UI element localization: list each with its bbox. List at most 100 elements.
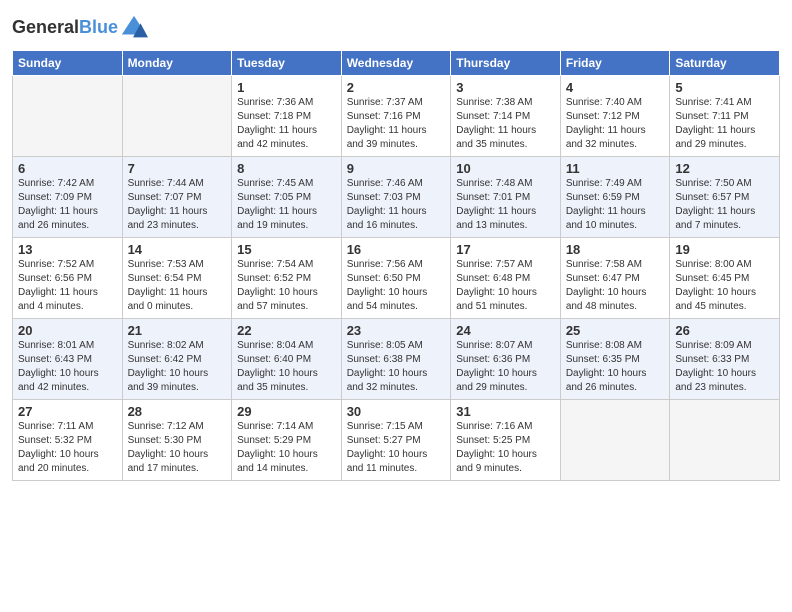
- sunset-text: Sunset: 6:42 PM: [128, 354, 202, 365]
- day-info: Sunrise: 7:14 AM Sunset: 5:29 PM Dayligh…: [237, 420, 336, 476]
- sunset-text: Sunset: 6:54 PM: [128, 273, 202, 284]
- calendar-cell: 2 Sunrise: 7:37 AM Sunset: 7:16 PM Dayli…: [341, 76, 451, 157]
- calendar-week-row: 1 Sunrise: 7:36 AM Sunset: 7:18 PM Dayli…: [13, 76, 780, 157]
- sunrise-text: Sunrise: 7:12 AM: [128, 421, 204, 432]
- daylight-text: Daylight: 11 hours and 26 minutes.: [18, 206, 98, 231]
- sunset-text: Sunset: 7:09 PM: [18, 192, 92, 203]
- day-number: 12: [675, 161, 774, 176]
- day-number: 7: [128, 161, 227, 176]
- sunrise-text: Sunrise: 7:46 AM: [347, 178, 423, 189]
- sunset-text: Sunset: 6:52 PM: [237, 273, 311, 284]
- daylight-text: Daylight: 11 hours and 7 minutes.: [675, 206, 755, 231]
- sunrise-text: Sunrise: 7:48 AM: [456, 178, 532, 189]
- logo: GeneralBlue: [12, 14, 148, 42]
- sunset-text: Sunset: 7:01 PM: [456, 192, 530, 203]
- calendar-cell: 20 Sunrise: 8:01 AM Sunset: 6:43 PM Dayl…: [13, 319, 123, 400]
- day-info: Sunrise: 7:41 AM Sunset: 7:11 PM Dayligh…: [675, 96, 774, 152]
- daylight-text: Daylight: 10 hours and 14 minutes.: [237, 449, 318, 474]
- sunset-text: Sunset: 7:07 PM: [128, 192, 202, 203]
- sunset-text: Sunset: 7:14 PM: [456, 111, 530, 122]
- page-header: GeneralBlue: [12, 10, 780, 42]
- sunset-text: Sunset: 6:40 PM: [237, 354, 311, 365]
- weekday-header: Tuesday: [232, 51, 342, 76]
- sunrise-text: Sunrise: 7:16 AM: [456, 421, 532, 432]
- sunset-text: Sunset: 6:45 PM: [675, 273, 749, 284]
- calendar-cell: 22 Sunrise: 8:04 AM Sunset: 6:40 PM Dayl…: [232, 319, 342, 400]
- day-number: 22: [237, 323, 336, 338]
- weekday-header: Wednesday: [341, 51, 451, 76]
- sunset-text: Sunset: 6:57 PM: [675, 192, 749, 203]
- day-info: Sunrise: 8:00 AM Sunset: 6:45 PM Dayligh…: [675, 258, 774, 314]
- day-number: 6: [18, 161, 117, 176]
- sunrise-text: Sunrise: 8:02 AM: [128, 340, 204, 351]
- calendar-cell: [670, 400, 780, 481]
- day-number: 14: [128, 242, 227, 257]
- day-info: Sunrise: 8:02 AM Sunset: 6:42 PM Dayligh…: [128, 339, 227, 395]
- calendar-cell: 23 Sunrise: 8:05 AM Sunset: 6:38 PM Dayl…: [341, 319, 451, 400]
- sunset-text: Sunset: 7:12 PM: [566, 111, 640, 122]
- sunrise-text: Sunrise: 7:14 AM: [237, 421, 313, 432]
- sunrise-text: Sunrise: 7:11 AM: [18, 421, 93, 432]
- daylight-text: Daylight: 10 hours and 32 minutes.: [347, 368, 428, 393]
- calendar-cell: 31 Sunrise: 7:16 AM Sunset: 5:25 PM Dayl…: [451, 400, 561, 481]
- sunset-text: Sunset: 7:16 PM: [347, 111, 421, 122]
- calendar-cell: 17 Sunrise: 7:57 AM Sunset: 6:48 PM Dayl…: [451, 238, 561, 319]
- sunrise-text: Sunrise: 7:37 AM: [347, 97, 423, 108]
- daylight-text: Daylight: 11 hours and 29 minutes.: [675, 125, 755, 150]
- calendar-cell: 12 Sunrise: 7:50 AM Sunset: 6:57 PM Dayl…: [670, 157, 780, 238]
- day-info: Sunrise: 7:56 AM Sunset: 6:50 PM Dayligh…: [347, 258, 446, 314]
- day-info: Sunrise: 7:58 AM Sunset: 6:47 PM Dayligh…: [566, 258, 665, 314]
- sunset-text: Sunset: 7:05 PM: [237, 192, 311, 203]
- day-info: Sunrise: 7:38 AM Sunset: 7:14 PM Dayligh…: [456, 96, 555, 152]
- day-info: Sunrise: 8:04 AM Sunset: 6:40 PM Dayligh…: [237, 339, 336, 395]
- day-number: 28: [128, 404, 227, 419]
- day-info: Sunrise: 7:12 AM Sunset: 5:30 PM Dayligh…: [128, 420, 227, 476]
- daylight-text: Daylight: 10 hours and 57 minutes.: [237, 287, 318, 312]
- calendar-cell: 30 Sunrise: 7:15 AM Sunset: 5:27 PM Dayl…: [341, 400, 451, 481]
- daylight-text: Daylight: 10 hours and 39 minutes.: [128, 368, 209, 393]
- sunrise-text: Sunrise: 7:40 AM: [566, 97, 642, 108]
- day-number: 5: [675, 80, 774, 95]
- sunset-text: Sunset: 7:18 PM: [237, 111, 311, 122]
- sunset-text: Sunset: 5:29 PM: [237, 435, 311, 446]
- day-number: 29: [237, 404, 336, 419]
- day-number: 31: [456, 404, 555, 419]
- sunrise-text: Sunrise: 8:05 AM: [347, 340, 423, 351]
- sunset-text: Sunset: 7:03 PM: [347, 192, 421, 203]
- sunset-text: Sunset: 5:30 PM: [128, 435, 202, 446]
- calendar-cell: 10 Sunrise: 7:48 AM Sunset: 7:01 PM Dayl…: [451, 157, 561, 238]
- sunrise-text: Sunrise: 7:56 AM: [347, 259, 423, 270]
- daylight-text: Daylight: 11 hours and 13 minutes.: [456, 206, 536, 231]
- day-info: Sunrise: 7:42 AM Sunset: 7:09 PM Dayligh…: [18, 177, 117, 233]
- daylight-text: Daylight: 10 hours and 48 minutes.: [566, 287, 647, 312]
- calendar-cell: 3 Sunrise: 7:38 AM Sunset: 7:14 PM Dayli…: [451, 76, 561, 157]
- day-info: Sunrise: 7:49 AM Sunset: 6:59 PM Dayligh…: [566, 177, 665, 233]
- day-number: 4: [566, 80, 665, 95]
- calendar-cell: 9 Sunrise: 7:46 AM Sunset: 7:03 PM Dayli…: [341, 157, 451, 238]
- sunrise-text: Sunrise: 8:01 AM: [18, 340, 94, 351]
- day-number: 13: [18, 242, 117, 257]
- calendar-cell: 1 Sunrise: 7:36 AM Sunset: 7:18 PM Dayli…: [232, 76, 342, 157]
- calendar-cell: 28 Sunrise: 7:12 AM Sunset: 5:30 PM Dayl…: [122, 400, 232, 481]
- day-number: 30: [347, 404, 446, 419]
- weekday-header: Saturday: [670, 51, 780, 76]
- day-info: Sunrise: 7:15 AM Sunset: 5:27 PM Dayligh…: [347, 420, 446, 476]
- daylight-text: Daylight: 10 hours and 51 minutes.: [456, 287, 537, 312]
- sunrise-text: Sunrise: 7:54 AM: [237, 259, 313, 270]
- day-number: 2: [347, 80, 446, 95]
- daylight-text: Daylight: 11 hours and 42 minutes.: [237, 125, 317, 150]
- sunrise-text: Sunrise: 7:44 AM: [128, 178, 204, 189]
- daylight-text: Daylight: 10 hours and 23 minutes.: [675, 368, 756, 393]
- day-info: Sunrise: 7:46 AM Sunset: 7:03 PM Dayligh…: [347, 177, 446, 233]
- daylight-text: Daylight: 10 hours and 26 minutes.: [566, 368, 647, 393]
- weekday-header: Thursday: [451, 51, 561, 76]
- day-number: 1: [237, 80, 336, 95]
- sunrise-text: Sunrise: 7:36 AM: [237, 97, 313, 108]
- day-number: 11: [566, 161, 665, 176]
- calendar-cell: 13 Sunrise: 7:52 AM Sunset: 6:56 PM Dayl…: [13, 238, 123, 319]
- sunrise-text: Sunrise: 8:04 AM: [237, 340, 313, 351]
- sunrise-text: Sunrise: 7:52 AM: [18, 259, 94, 270]
- day-number: 20: [18, 323, 117, 338]
- weekday-header: Friday: [560, 51, 670, 76]
- day-number: 10: [456, 161, 555, 176]
